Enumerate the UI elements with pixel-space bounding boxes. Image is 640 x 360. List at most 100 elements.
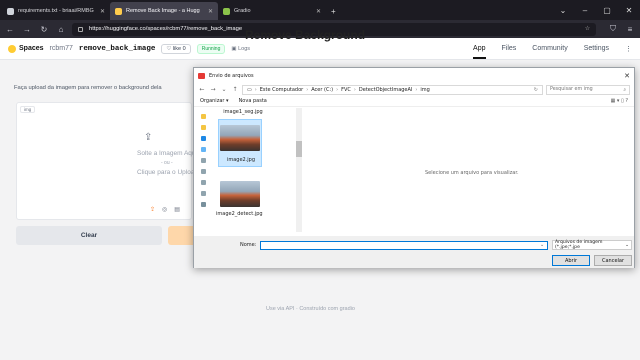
organize-menu[interactable]: Organizar ▾ — [200, 98, 229, 104]
app-subtitle: Faça upload da imagem para remover o bac… — [14, 85, 162, 91]
clipboard-icon[interactable]: ▤ — [174, 206, 180, 213]
bookmark-star-icon[interactable]: ☆ — [585, 26, 590, 32]
firefox-icon — [198, 72, 205, 79]
breadcrumb-item[interactable]: img — [420, 87, 429, 93]
file-list: image1_seg.jpg image2.jpg image2_detect.… — [214, 108, 302, 232]
upload-icon: ⇪ — [144, 132, 153, 143]
scrollbar[interactable] — [296, 108, 302, 232]
close-tab-icon[interactable]: ✕ — [100, 8, 105, 15]
tab-settings[interactable]: Settings — [584, 45, 609, 52]
chevron-down-icon[interactable]: ⌄ — [540, 242, 544, 248]
tab-files[interactable]: Files — [502, 45, 517, 52]
forward-icon[interactable]: → — [21, 25, 33, 34]
chevron-down-icon[interactable]: ⌄ — [220, 86, 228, 93]
file-name-input[interactable] — [260, 241, 548, 250]
spaces-label: Spaces — [19, 45, 44, 52]
click-upload-text: Clique para o Upload — [137, 169, 199, 176]
close-icon[interactable]: ✕ — [624, 72, 630, 80]
like-button[interactable]: ♡ like 0 — [161, 43, 191, 54]
menu-icon[interactable]: ≡ — [624, 25, 636, 34]
logs-link[interactable]: ▣ Logs — [231, 46, 250, 52]
drop-text: Solte a Imagem Aqui — [137, 150, 197, 157]
preview-message: Selecione um arquivo para visualizar. — [425, 170, 519, 176]
dialog-bottom: Nome: ⌄ Arquivos de imagem (*.jpe;*.jpe … — [194, 236, 634, 268]
scrollbar-thumb[interactable] — [296, 141, 302, 157]
file-name[interactable]: image2_detect.jpg — [216, 211, 263, 217]
refresh-icon[interactable]: ↻ — [534, 87, 538, 93]
home-icon[interactable]: ⌂ — [55, 25, 67, 34]
submit-button[interactable] — [168, 226, 194, 245]
browser-tab-remove-back-image[interactable]: Remove Back Image - a Hugg ✕ — [110, 2, 218, 20]
status-badge: Running — [196, 43, 226, 54]
window-controls: ⌄ – ▢ ✕ — [552, 0, 640, 20]
breadcrumb[interactable]: ▭ › Este Computador › Acer (C:) › FVC › … — [242, 84, 543, 95]
url-text: https://huggingface.co/spaces/rcbm77/rem… — [89, 26, 243, 32]
file-type-select[interactable]: Arquivos de imagem (*.jpe;*.jpe ⌄ — [552, 240, 632, 250]
dialog-body: image1_seg.jpg image2.jpg image2_detect.… — [194, 108, 634, 236]
breadcrumb-item[interactable]: Este Computador — [260, 87, 303, 93]
back-icon[interactable]: ← — [4, 25, 16, 34]
breadcrumb-item[interactable]: DetectObjectImageAI — [359, 87, 413, 93]
folder-icon[interactable] — [201, 169, 206, 174]
more-options-icon[interactable]: ⋮ — [625, 45, 632, 53]
dialog-address-row: ← → ⌄ ↑ ▭ › Este Computador › Acer (C:) … — [194, 83, 634, 96]
view-options-icon[interactable]: ▦ ▾ ▯ ? — [611, 98, 628, 104]
cloud-icon[interactable] — [201, 136, 206, 141]
dialog-title-bar: Envio de arquivos ✕ — [194, 68, 634, 83]
folder-icon[interactable] — [201, 180, 206, 185]
file-name[interactable]: image2.jpg — [216, 157, 266, 163]
tab-community[interactable]: Community — [532, 45, 567, 52]
new-folder-button[interactable]: Nova pasta — [239, 98, 267, 104]
page-footer: Use via API · Construído com gradio — [266, 306, 355, 312]
folder-icon[interactable] — [201, 114, 206, 119]
like-label: like — [172, 45, 182, 52]
drive-icon[interactable] — [201, 202, 206, 207]
close-tab-icon[interactable]: ✕ — [316, 8, 321, 15]
dialog-title: Envio de arquivos — [209, 72, 254, 79]
folder-icon[interactable] — [201, 191, 206, 196]
close-tab-icon[interactable]: ✕ — [208, 8, 213, 15]
minimize-icon[interactable]: – — [574, 6, 596, 15]
tab-title: Remove Back Image - a Hugg — [126, 8, 200, 14]
breadcrumb-item[interactable]: Acer (C:) — [311, 87, 333, 93]
spaces-link[interactable]: Spaces — [8, 44, 44, 53]
folder-icon[interactable] — [201, 125, 206, 130]
huggingface-icon — [115, 7, 122, 15]
breadcrumb-item[interactable]: FVC — [341, 87, 351, 93]
forward-icon[interactable]: → — [209, 86, 217, 93]
folder-icon[interactable] — [201, 158, 206, 163]
space-repo-name[interactable]: remove_back_image — [79, 45, 156, 53]
shield-icon[interactable]: ⛉ — [607, 24, 619, 34]
dialog-toolbar: Organizar ▾ Nova pasta ▦ ▾ ▯ ? — [194, 96, 634, 107]
clear-button[interactable]: Clear — [16, 226, 162, 245]
file-name[interactable]: image1_seg.jpg — [218, 109, 268, 115]
chevron-down-icon[interactable]: ⌄ — [552, 6, 574, 15]
new-tab-button[interactable]: + — [326, 2, 342, 20]
computer-icon[interactable] — [201, 147, 206, 152]
upload-icon[interactable]: ⇪ — [150, 206, 155, 213]
space-owner[interactable]: rcbm77 — [50, 45, 73, 52]
up-icon[interactable]: ↑ — [231, 86, 239, 93]
computer-icon: ▭ — [247, 86, 252, 93]
reload-icon[interactable]: ↻ — [38, 25, 50, 34]
tab-app[interactable]: App — [473, 45, 486, 59]
chevron-down-icon: ⌄ — [625, 242, 629, 248]
browser-tab-requirements[interactable]: requirements.txt - briaai/RMBG ✕ — [2, 2, 110, 20]
cancel-button[interactable]: Cancelar — [594, 255, 632, 266]
logs-label: Logs — [238, 45, 251, 52]
image-thumbnail[interactable] — [220, 125, 260, 151]
upload-toolbar: ⇪ ◎ ▤ — [150, 206, 180, 213]
file-name-label: Nome: — [240, 242, 257, 248]
maximize-icon[interactable]: ▢ — [596, 6, 618, 15]
search-input[interactable]: Pesquisar em img ⌕ — [546, 84, 630, 95]
navigation-pane[interactable] — [198, 108, 212, 232]
open-button[interactable]: Abrir — [552, 255, 590, 266]
webcam-icon[interactable]: ◎ — [162, 206, 167, 213]
close-icon[interactable]: ✕ — [618, 6, 640, 15]
upload-label: img — [20, 106, 36, 113]
back-icon[interactable]: ← — [198, 86, 206, 93]
file-icon — [7, 7, 14, 15]
browser-tab-gradio[interactable]: Gradio ✕ — [218, 2, 326, 20]
search-placeholder: Pesquisar em img — [550, 87, 593, 92]
image-thumbnail[interactable] — [220, 181, 260, 207]
